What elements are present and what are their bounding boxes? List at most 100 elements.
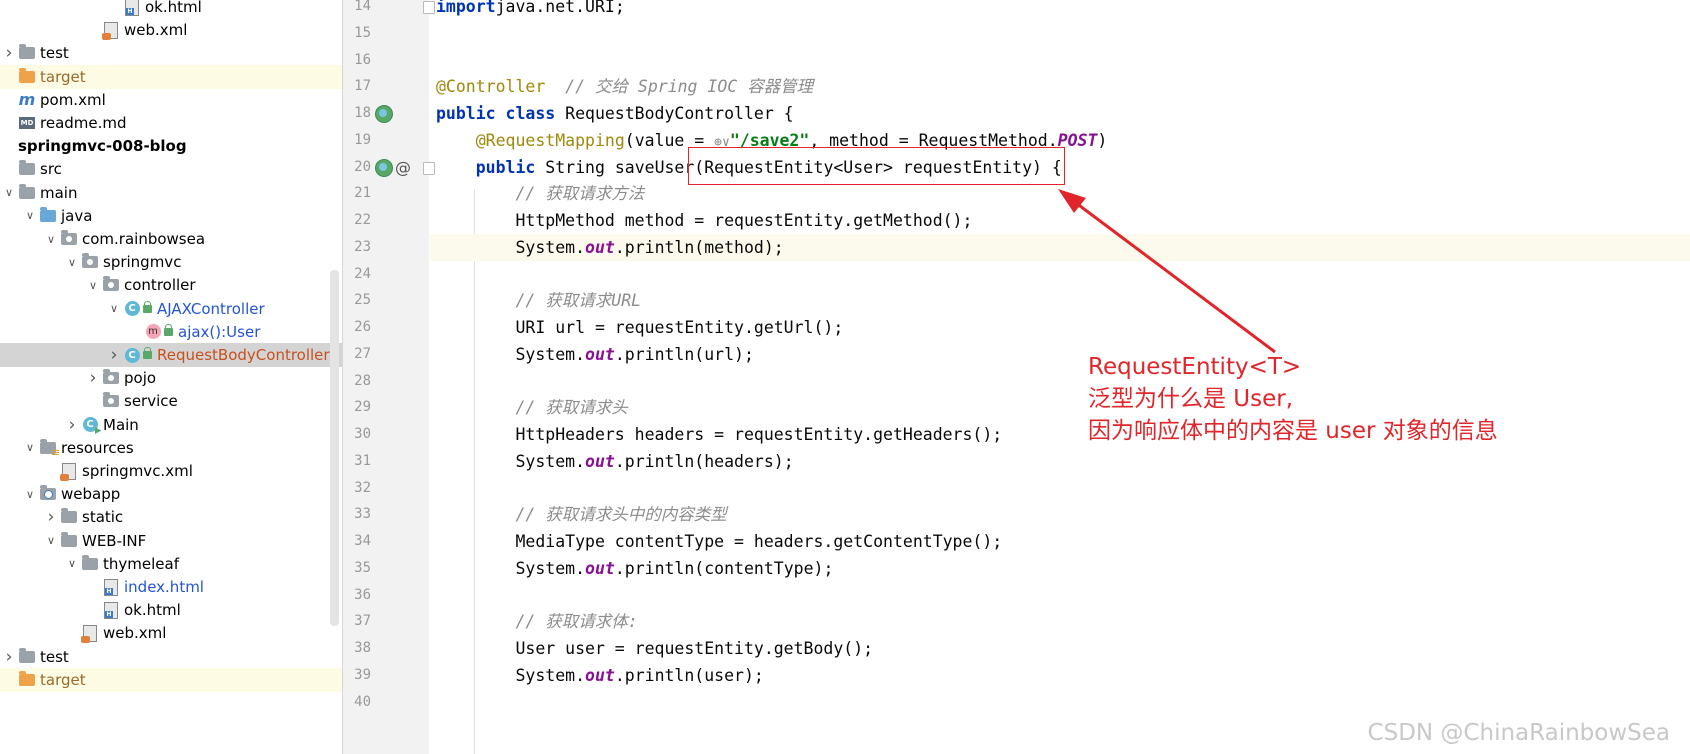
tree-item[interactable]: › C RequestBodyController [0,343,342,367]
code-text: // 获取请求头 [436,394,627,421]
chevron-down-icon[interactable]: ∨ [23,209,37,222]
tree-item[interactable]: ok.html [0,598,342,622]
code-line[interactable] [430,475,1690,502]
tree-item[interactable]: ∨ thymeleaf [0,552,342,576]
code-line[interactable]: System.out.println(method); [430,233,1690,261]
chevron-down-icon[interactable]: ∨ [2,186,16,199]
tree-item-label: springmvc-008-blog [18,137,187,156]
chevron-right-icon[interactable]: › [86,368,100,388]
code-line[interactable]: HttpHeaders headers = requestEntity.getH… [430,421,1690,448]
line-number: 33 [354,506,371,523]
tree-item[interactable]: ∨ java [0,204,342,228]
code-line[interactable]: // 获取请求体: [430,608,1690,635]
gutter-line: 33 [343,501,429,528]
code-token: .println(url); [614,344,754,364]
code-line[interactable] [430,368,1690,395]
code-line[interactable] [430,689,1690,716]
code-line[interactable] [430,47,1690,74]
code-line[interactable]: // 获取请求头 [430,394,1690,421]
chevron-right-icon[interactable]: › [2,647,16,667]
code-line[interactable]: MediaType contentType = headers.getConte… [430,528,1690,555]
tree-item[interactable]: ∨ WEB-INF [0,529,342,553]
tree-item[interactable]: ∨ C AJAXController [0,297,342,321]
code-line[interactable]: System.out.println(headers); [430,448,1690,475]
code-line[interactable]: // 获取请求头中的内容类型 [430,501,1690,528]
tree-item[interactable]: › static [0,505,342,529]
tree-item-label: com.rainbowsea [82,230,206,248]
tree-item-label: service [124,392,178,411]
chevron-right-icon[interactable]: › [44,507,58,527]
chevron-down-icon[interactable]: ∨ [44,534,58,547]
chevron-right-icon[interactable]: › [2,43,16,63]
chevron-down-icon[interactable]: ∨ [86,279,100,292]
tree-item[interactable]: m pom.xml [0,88,342,112]
tree-item[interactable]: › pojo [0,366,342,390]
chevron-down-icon[interactable]: ∨ [44,233,58,246]
code-line[interactable]: System.out.println(user); [430,662,1690,689]
code-text: MediaType contentType = headers.getConte… [436,528,1002,555]
xml-file-icon [60,462,78,481]
tree-item-label: pom.xml [40,90,106,109]
gutter-line: 36 [343,582,429,609]
tree-item[interactable]: ∨ springmvc [0,250,342,274]
chevron-down-icon[interactable]: ∨ [107,302,121,315]
code-line[interactable] [430,20,1690,47]
chevron-down-icon[interactable]: ∨ [23,488,37,501]
tree-item[interactable]: springmvc-008-blog [0,134,342,158]
tree-scrollbar[interactable] [330,270,339,626]
annotation-at-icon[interactable]: @ [395,154,411,181]
code-line[interactable]: URI url = requestEntity.getUrl(); [430,314,1690,341]
tree-item[interactable]: ok.html [0,0,342,19]
tree-item[interactable]: › C Main [0,413,342,437]
code-token: @RequestMapping [475,130,625,150]
code-text: System.out.println(url); [436,341,754,368]
spring-bean-icon[interactable] [375,158,393,177]
code-token: User user = requestEntity.getBody(); [436,639,874,658]
code-line[interactable]: @Controller // 交给 Spring IOC 容器管理 [430,73,1690,100]
tree-item[interactable]: web.xml [0,18,342,42]
tree-item[interactable]: target [0,64,342,89]
chevron-down-icon[interactable]: ∨ [65,256,79,269]
tree-item[interactable]: ∨ webapp [0,482,342,506]
tree-item[interactable]: target [0,667,342,692]
tree-item[interactable]: index.html [0,575,342,599]
code-line[interactable] [430,261,1690,288]
code-editor[interactable]: importjava.net.URI; @Controller // 交给 Spr… [430,0,1690,754]
tree-item[interactable]: web.xml [0,621,342,645]
code-line[interactable] [430,582,1690,609]
chevron-right-icon[interactable]: › [65,415,79,435]
code-line[interactable]: public class RequestBodyController { [430,100,1690,127]
package-icon [81,253,99,270]
code-line[interactable]: System.out.println(url); [430,341,1690,368]
code-token: MediaType contentType = headers.getConte… [436,532,1003,551]
chevron-right-icon[interactable]: › [107,345,121,365]
tree-item[interactable]: ∨ controller [0,273,342,297]
annotation-line-3: 因为响应体中的内容是 user 对象的信息 [1088,418,1498,444]
chevron-down-icon[interactable]: ∨ [65,557,79,570]
tree-item-label: AJAXController [157,299,265,318]
code-line[interactable]: // 获取请求URL [430,287,1690,314]
code-line[interactable]: importjava.net.URI; [430,0,1690,20]
tree-item[interactable]: ∨ resources [0,436,342,460]
xml-file-icon [102,21,120,40]
tree-item-label: springmvc [103,253,182,272]
tree-item[interactable]: service [0,389,342,413]
code-line[interactable]: User user = requestEntity.getBody(); [430,635,1690,662]
tree-item[interactable]: src [0,157,342,181]
gutter-line: 37 [343,608,429,635]
chevron-down-icon[interactable]: ∨ [23,441,37,454]
tree-item[interactable]: ∨ main [0,181,342,205]
tree-item[interactable]: springmvc.xml [0,459,342,483]
tree-item[interactable]: ∨ com.rainbowsea [0,227,342,251]
tree-item[interactable]: MD readme.md [0,111,342,135]
code-line[interactable]: HttpMethod method = requestEntity.getMet… [430,207,1690,234]
code-line[interactable]: System.out.println(contentType); [430,555,1690,582]
tree-item[interactable]: › test [0,41,342,65]
tree-item[interactable]: m ajax():User [0,320,342,344]
code-text: HttpMethod method = requestEntity.getMet… [436,207,972,234]
spring-bean-icon[interactable] [375,105,393,123]
tree-item[interactable]: › test [0,645,342,669]
